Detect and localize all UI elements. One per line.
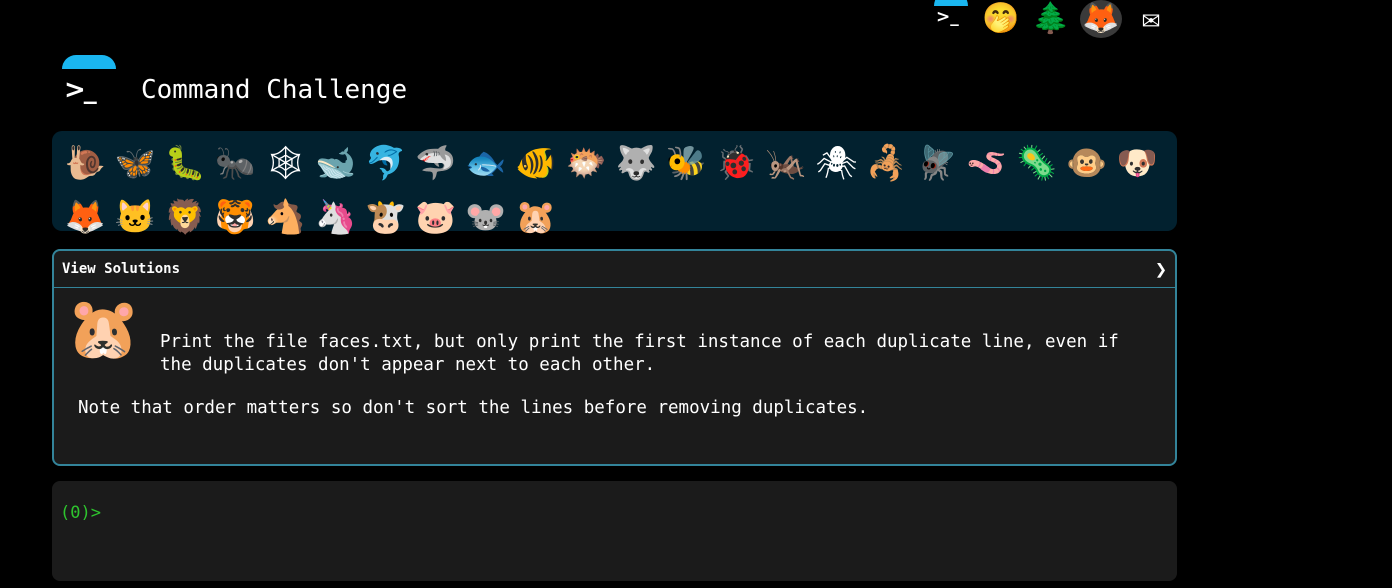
scorpion-icon[interactable]: 🦂 — [862, 135, 912, 189]
view-solutions-label: View Solutions — [62, 261, 181, 277]
brand-dome — [62, 55, 116, 69]
challenge-description: Print the file faces.txt, but only print… — [160, 332, 1119, 375]
terminal-prompt: (0)> — [60, 503, 101, 523]
ant-icon[interactable]: 🐜 — [210, 135, 260, 189]
logo-dome — [934, 0, 968, 6]
fish-icon[interactable]: 🐟 — [461, 135, 511, 189]
butterfly-icon[interactable]: 🦋 — [110, 135, 160, 189]
brand-prompt-text: >_ — [64, 75, 97, 105]
evergreen-tree-icon[interactable]: 🌲 — [1030, 0, 1072, 38]
chevron-right-icon[interactable]: ❯ — [1155, 257, 1167, 281]
hamster-icon[interactable]: 🐹 — [511, 189, 561, 243]
dog-icon[interactable]: 🐶 — [1112, 135, 1162, 189]
logo-prompt-text: >_ — [936, 7, 959, 27]
cricket-icon[interactable]: 🦗 — [761, 135, 811, 189]
shark-icon[interactable]: 🦈 — [411, 135, 461, 189]
envelope-icon[interactable]: ✉ — [1130, 0, 1172, 38]
tropical-fish-icon[interactable]: 🐠 — [511, 135, 561, 189]
tiger-icon[interactable]: 🐯 — [210, 189, 260, 243]
whale-icon[interactable]: 🐋 — [310, 135, 360, 189]
mouse-icon[interactable]: 🐭 — [461, 189, 511, 243]
microbe-icon[interactable]: 🦠 — [1012, 135, 1062, 189]
wolf-icon[interactable]: 🐺 — [611, 135, 661, 189]
challenge-selector: 🐌 🦋 🐛 🐜 🕸 🐋 🐬 🦈 🐟 🐠 🐡 🐺 🐝 🐞 🦗 🕷 🦂 🪰 🪱 🦠 🐵 🐶 🦊 🐱 🦁 🐯 🐴 🦄 🐮 🐷 🐭 🐹 — [52, 131, 1177, 233]
hamster-icon: 🐹 — [66, 294, 141, 364]
challenge-note: Note that order matters so don't sort th… — [78, 398, 869, 418]
cow-icon[interactable]: 🐮 — [361, 189, 411, 243]
cat-icon[interactable]: 🐱 — [110, 189, 160, 243]
unicorn-icon[interactable]: 🦄 — [310, 189, 360, 243]
gitlab-icon[interactable]: 🦊 — [1080, 0, 1122, 38]
worm-icon[interactable]: 🪱 — [962, 135, 1012, 189]
bee-icon[interactable]: 🐝 — [661, 135, 711, 189]
page-title: Command Challenge — [141, 75, 408, 105]
command-challenge-logo-icon[interactable]: >_ — [930, 0, 972, 38]
spider-icon[interactable]: 🕷 — [811, 135, 861, 189]
fly-icon[interactable]: 🪰 — [912, 135, 962, 189]
shushing-face-icon[interactable]: 🤭 — [980, 0, 1022, 38]
view-solutions-toggle[interactable]: View Solutions ❯ — [54, 251, 1175, 288]
blowfish-icon[interactable]: 🐡 — [561, 135, 611, 189]
brand-logo-icon[interactable]: >_ — [60, 55, 120, 107]
snail-icon[interactable]: 🐌 — [60, 135, 110, 189]
ladybug-icon[interactable]: 🐞 — [711, 135, 761, 189]
spider-web-icon[interactable]: 🕸 — [260, 135, 310, 189]
top-nav: >_ 🤭 🌲 🦊 ✉ — [930, 0, 1172, 38]
monkey-icon[interactable]: 🐵 — [1062, 135, 1112, 189]
dolphin-icon[interactable]: 🐬 — [361, 135, 411, 189]
horse-icon[interactable]: 🐴 — [260, 189, 310, 243]
fox-icon[interactable]: 🦊 — [60, 189, 110, 243]
pig-icon[interactable]: 🐷 — [411, 189, 461, 243]
terminal[interactable]: (0)> — [52, 481, 1177, 581]
lion-icon[interactable]: 🦁 — [160, 189, 210, 243]
caterpillar-icon[interactable]: 🐛 — [160, 135, 210, 189]
challenge-panel: View Solutions ❯ 🐹 Print the file faces.… — [52, 249, 1177, 466]
